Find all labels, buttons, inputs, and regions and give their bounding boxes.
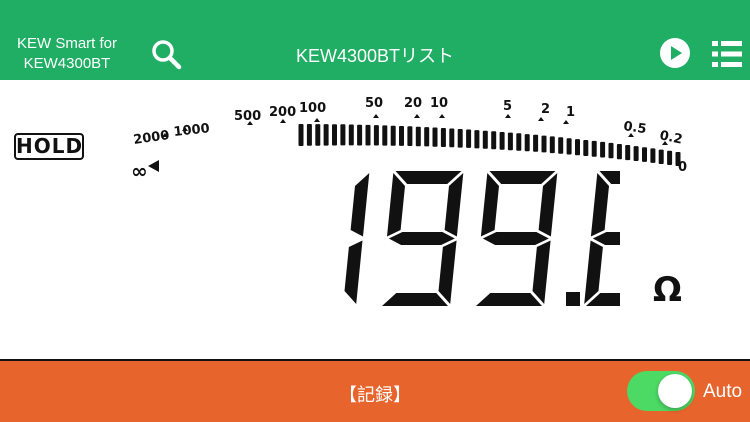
scale-tick (625, 145, 631, 161)
scale-tick (382, 125, 388, 146)
scale-tick (357, 124, 363, 146)
scale-tick (424, 127, 430, 147)
scale-tick (633, 146, 639, 161)
scale-tick (474, 130, 480, 149)
digit-segment (388, 232, 455, 245)
scale-tick (541, 135, 547, 153)
readout-digit (344, 173, 370, 304)
scale-tick (575, 139, 580, 156)
readout-digit (476, 171, 558, 306)
scale-label-50: 50 (365, 96, 383, 111)
scale-tick (365, 124, 371, 146)
scale-tick (457, 129, 463, 148)
digit-segment (489, 171, 556, 184)
back-to-app-button[interactable]: KEW Smart for KEW4300BT (8, 34, 126, 74)
scale-label-0.5: 0.5 (622, 119, 647, 137)
digit-segment (395, 171, 462, 184)
digit-segment (344, 240, 363, 304)
scale-tick (482, 130, 488, 149)
back-label-line2: KEW4300BT (23, 55, 111, 72)
digit-segment (482, 232, 549, 245)
digit-segment (382, 293, 448, 306)
scale-tick (524, 134, 530, 152)
scale-tick (390, 125, 396, 146)
auto-label: Auto (703, 381, 743, 402)
play-icon[interactable] (660, 38, 690, 68)
scale-tick (440, 128, 446, 147)
scale-tick (348, 124, 354, 146)
scale-tick (591, 140, 597, 157)
scale-tick (407, 126, 413, 146)
scale-tick (533, 134, 539, 152)
scale-tick (558, 137, 564, 154)
scale-label-2000: 2000 (132, 128, 170, 148)
scale-tick (466, 129, 472, 148)
scale-tick (507, 132, 513, 151)
scale-tick (323, 124, 329, 146)
scale-tick (298, 124, 304, 146)
scale-label-0: 0 (678, 160, 687, 175)
top-bar: KEW Smart for KEW4300BT KEW4300BTリスト (0, 0, 750, 80)
scale-label-10: 10 (430, 96, 448, 111)
scale-tick (516, 133, 522, 151)
scale-label-2: 2 (541, 102, 550, 117)
scale-label-20: 20 (404, 96, 422, 111)
scale-tick (399, 126, 404, 146)
scale-label-infinity: ∞ (131, 159, 148, 183)
toggle-knob (658, 374, 692, 408)
digit-segment (532, 240, 551, 304)
scale-tick (667, 150, 673, 165)
scale-label-0.2: 0.2 (658, 128, 684, 147)
scale-label-200: 200 (269, 105, 296, 120)
digital-readout (344, 171, 620, 306)
back-label-line1: KEW Smart for (16, 35, 117, 52)
readout-digit (382, 171, 464, 306)
scale-tick (415, 126, 421, 147)
scale-tick (332, 124, 337, 146)
scale-tick (549, 136, 555, 154)
unit-label: Ω (653, 270, 682, 310)
scale-tick (306, 124, 312, 146)
scale-tick (642, 147, 647, 162)
scale-label-500: 500 (234, 109, 261, 124)
scale-tick (340, 124, 346, 146)
scale-label-100: 100 (299, 101, 326, 116)
scale-tick (373, 125, 379, 146)
scale-label-1: 1 (566, 105, 575, 120)
scale-tick (449, 128, 455, 148)
scale-tick (566, 138, 572, 155)
scale-tick (658, 149, 664, 164)
digit-segment (476, 293, 542, 306)
scale-tick (499, 132, 505, 150)
scale-tick (583, 140, 589, 156)
auto-toggle[interactable] (627, 371, 695, 411)
digit-segment (350, 173, 370, 237)
scale-tick (491, 131, 497, 150)
scale-tick (432, 127, 438, 147)
digit-segment (590, 173, 609, 237)
scale-label-5: 5 (503, 99, 512, 114)
scale-tick (600, 141, 606, 158)
digit-segment (592, 232, 620, 245)
digit-segment (480, 173, 499, 237)
scale-label-1000: 1000 (173, 121, 211, 140)
scale-tick (315, 124, 321, 146)
scale-tick (650, 148, 656, 163)
scale-tick (608, 142, 614, 159)
readout-digit (584, 171, 620, 306)
list-menu-icon[interactable] (712, 40, 742, 68)
digit-segment (387, 173, 405, 237)
digit-segment (438, 240, 457, 304)
infinity-pointer-icon (148, 160, 159, 172)
decimal-point (566, 292, 580, 306)
scale-tick (616, 144, 622, 160)
search-icon[interactable] (150, 38, 182, 70)
